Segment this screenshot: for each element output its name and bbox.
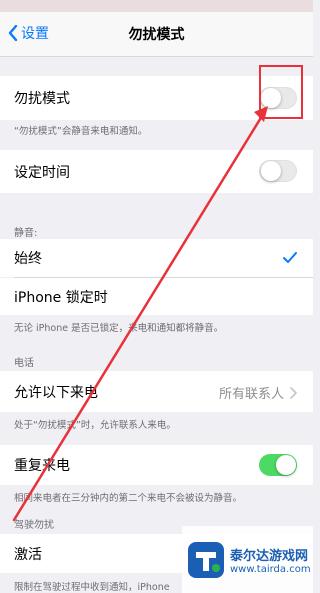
watermark-name: 泰尔达游戏网 (230, 548, 309, 564)
toggle-knob (261, 161, 281, 181)
navigation-bar: 设置 勿扰模式 (0, 12, 313, 57)
scheduled-toggle[interactable] (259, 160, 297, 182)
driving-header: 驾驶勿扰 (14, 520, 54, 531)
allow-calls-detail: 所有联系人 (219, 383, 297, 402)
allow-calls-note: 处于“勿扰模式”时，允许联系人来电。 (14, 420, 176, 431)
silence-note: 无论 iPhone 是否已锁定，来电和通知都将静音。 (14, 323, 224, 334)
highlight-box (259, 65, 303, 119)
scheduled-label: 设定时间 (14, 164, 70, 181)
allow-calls-row[interactable]: 允许以下来电 所有联系人 (0, 371, 313, 412)
scheduled-row: 设定时间 (0, 150, 313, 193)
page-title: 勿扰模式 (128, 27, 185, 43)
status-bar (0, 0, 313, 12)
silence-always-label: 始终 (14, 251, 42, 267)
dnd-label: 勿扰模式 (14, 91, 70, 107)
repeated-calls-toggle[interactable] (259, 454, 297, 476)
allow-calls-value: 所有联系人 (218, 387, 284, 402)
repeated-calls-note: 相同来电者在三分钟内的第二个来电不会被设为静音。 (14, 493, 243, 504)
silence-always-row[interactable]: 始终 (0, 239, 313, 277)
repeated-calls-row: 重复来电 (0, 445, 313, 485)
repeated-calls-label: 重复来电 (14, 458, 70, 474)
driving-note: 限制在驾驶过程中收到通知，iPhone (14, 582, 170, 593)
silence-locked-label: iPhone 锁定时 (14, 289, 108, 306)
allow-calls-label: 允许以下来电 (14, 384, 98, 401)
dnd-note: “勿扰模式”会静音来电和通知。 (14, 126, 148, 137)
watermark-url: www.tairda.com (230, 563, 311, 575)
phone-header: 电话 (14, 358, 34, 369)
watermark: 泰尔达游戏网 www.tairda.com (182, 526, 313, 593)
checkmark-icon (283, 252, 297, 263)
driving-activate-label: 激活 (14, 546, 42, 563)
silence-header: 静音: (14, 228, 38, 239)
logo-icon (188, 541, 224, 578)
silence-locked-row[interactable]: iPhone 锁定时 (0, 278, 313, 315)
chevron-right-icon (290, 386, 297, 399)
toggle-knob (276, 455, 296, 475)
